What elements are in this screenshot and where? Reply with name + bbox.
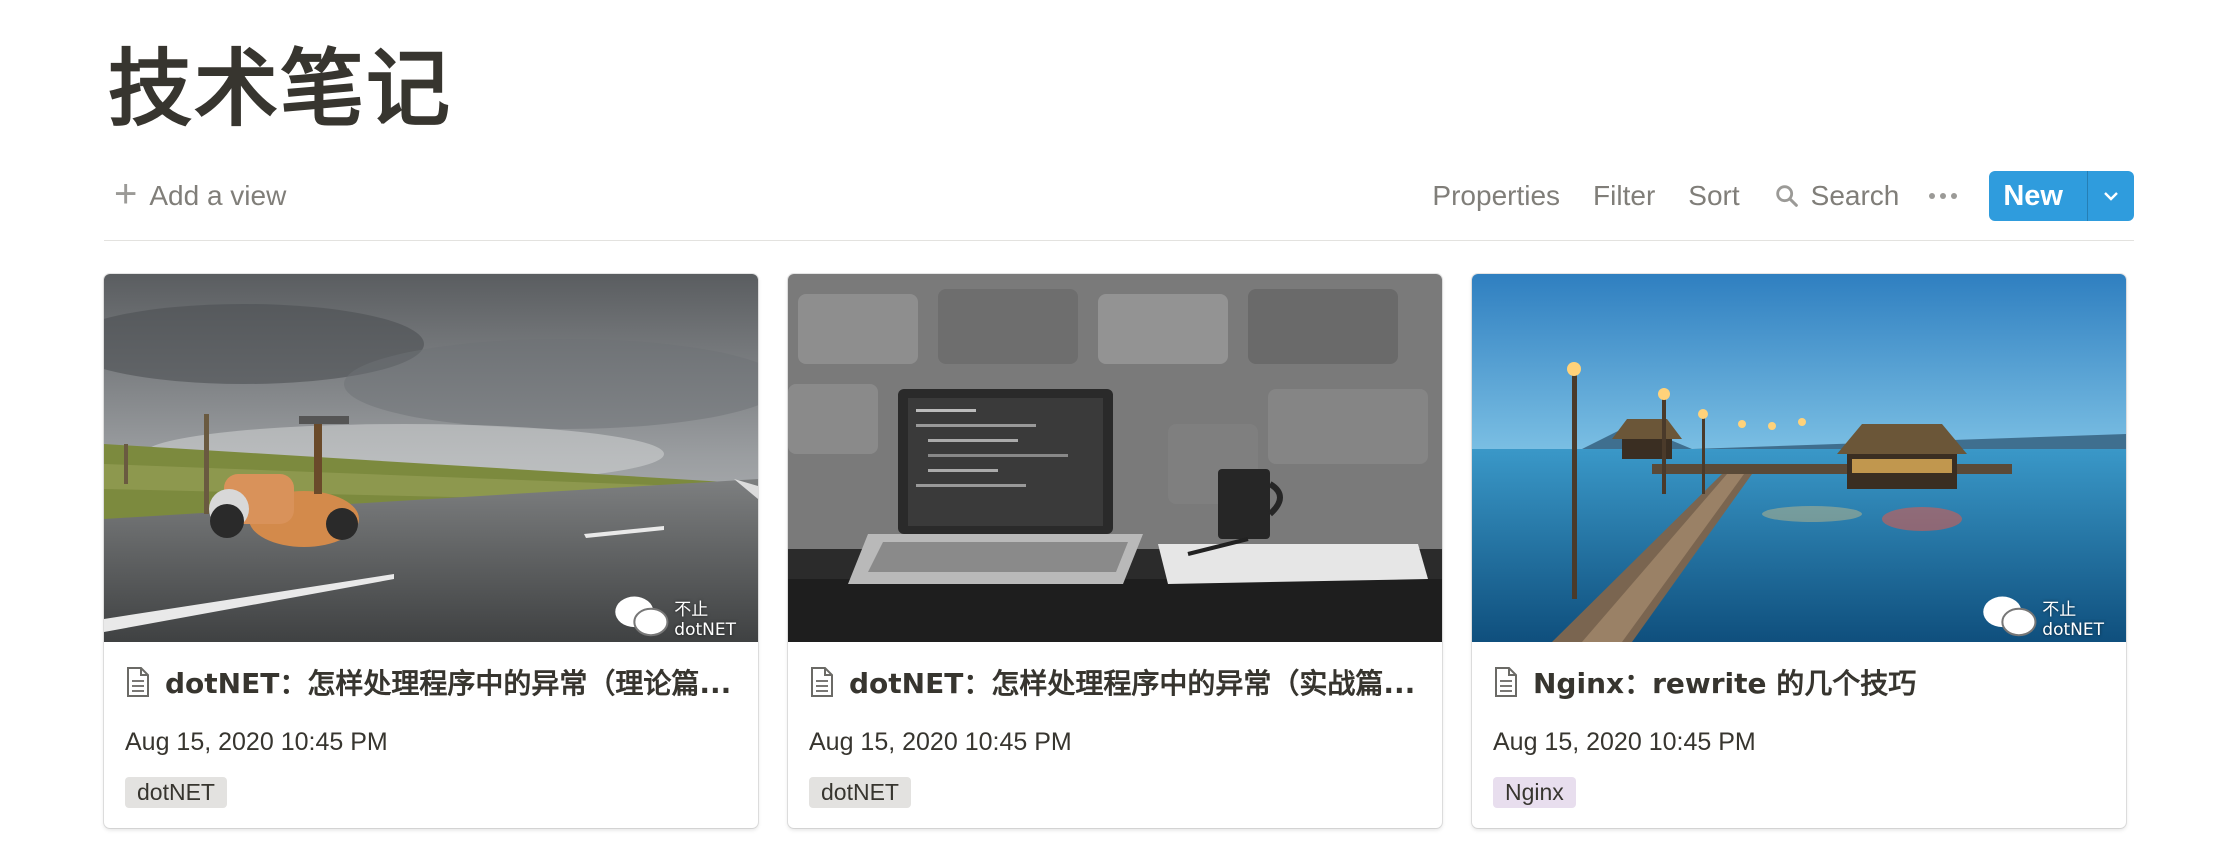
- watermark: 不止dotNET: [1982, 594, 2104, 640]
- new-button[interactable]: New: [1989, 171, 2087, 221]
- watermark: 不止dotNET: [614, 594, 736, 640]
- new-button-group: New: [1989, 171, 2134, 221]
- page-icon: [1495, 667, 1517, 697]
- sort-button[interactable]: Sort: [1688, 180, 1739, 212]
- page-icon: [127, 667, 149, 697]
- card-title: dotNET：怎样处理程序中的异常（理论篇...: [125, 662, 737, 702]
- more-options-icon[interactable]: [1929, 193, 1958, 199]
- card-cover-image: 不止dotNET: [1472, 274, 2126, 642]
- new-dropdown-button[interactable]: [2087, 171, 2134, 221]
- card-date: Aug 15, 2020 10:45 PM: [809, 728, 1072, 756]
- add-view-label: Add a view: [149, 180, 287, 211]
- database-toolbar: + Add a view Properties Filter Sort Sear…: [104, 168, 2134, 224]
- card-title-text: Nginx：rewrite 的几个技巧: [1533, 667, 1917, 700]
- search-button[interactable]: Search: [1773, 180, 1900, 212]
- gallery-card[interactable]: 不止dotNET Nginx：rewrite 的几个技巧 Aug 15, 202…: [1472, 274, 2126, 828]
- toolbar-actions: Properties Filter Sort Search New: [1399, 168, 2134, 224]
- properties-button[interactable]: Properties: [1432, 180, 1560, 212]
- card-date: Aug 15, 2020 10:45 PM: [125, 728, 388, 756]
- search-label: Search: [1810, 180, 1900, 211]
- add-view-button[interactable]: + Add a view: [114, 168, 286, 224]
- gallery: 不止dotNET dotNET：怎样处理程序中的异常（理论篇... Aug 15…: [104, 274, 2126, 828]
- page-title: 技术笔记: [108, 40, 453, 138]
- tag-badge: dotNET: [809, 777, 911, 808]
- watermark-label: 不止dotNET: [2042, 599, 2104, 640]
- card-cover-image: 不止dotNET: [104, 274, 758, 642]
- gallery-card[interactable]: dotNET：怎样处理程序中的异常（实战篇... Aug 15, 2020 10…: [788, 274, 1442, 828]
- plus-icon: +: [114, 172, 138, 216]
- card-date: Aug 15, 2020 10:45 PM: [1493, 728, 1756, 756]
- search-icon: [1775, 185, 1798, 207]
- wechat-icon: [1983, 596, 2037, 637]
- card-title: Nginx：rewrite 的几个技巧: [1493, 662, 2105, 702]
- chevron-down-icon: [2104, 192, 2118, 201]
- watermark-label: 不止dotNET: [674, 599, 736, 640]
- filter-button[interactable]: Filter: [1593, 180, 1655, 212]
- card-title-text: dotNET：怎样处理程序中的异常（实战篇...: [849, 667, 1416, 700]
- gallery-card[interactable]: 不止dotNET dotNET：怎样处理程序中的异常（理论篇... Aug 15…: [104, 274, 758, 828]
- card-title: dotNET：怎样处理程序中的异常（实战篇...: [809, 662, 1421, 702]
- card-cover-image: [788, 274, 1442, 642]
- tag-badge: Nginx: [1493, 777, 1576, 808]
- toolbar-divider: [104, 240, 2134, 241]
- wechat-icon: [615, 596, 669, 637]
- page-icon: [811, 667, 833, 697]
- card-title-text: dotNET：怎样处理程序中的异常（理论篇...: [165, 667, 732, 700]
- tag-badge: dotNET: [125, 777, 227, 808]
